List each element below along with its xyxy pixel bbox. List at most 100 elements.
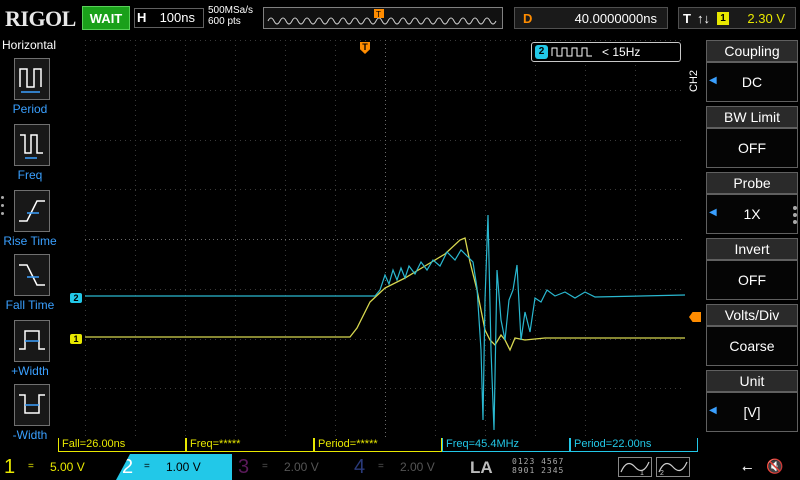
ch1-offset-marker[interactable]: 1 <box>70 334 82 344</box>
neg-width-icon <box>14 384 50 426</box>
channel-3-number: 3 <box>238 456 250 478</box>
measure-neg-width-button[interactable]: -Width <box>2 384 58 446</box>
panel-title: Horizontal <box>2 38 57 52</box>
channel-3-button[interactable]: 3 = 2.00 V <box>234 454 350 480</box>
sine-wave-icon: 2 <box>658 461 688 477</box>
sine-wave-icon: 1 <box>620 461 650 477</box>
pos-width-icon <box>14 320 50 362</box>
volts-div-value: Coarse <box>706 326 798 366</box>
channel-1-button[interactable]: 1 = 5.00 V <box>0 454 116 480</box>
freq-label: Freq <box>17 168 43 182</box>
measurement-ch1-freq[interactable]: Freq=***** <box>186 438 314 452</box>
freq-icon <box>14 124 50 166</box>
coupling-menu-item[interactable]: Coupling DC ◀ <box>706 40 798 102</box>
horizontal-measure-panel: Horizontal Period Freq Rise Time Fall Ti… <box>0 36 60 442</box>
memory-waveform-icon: T <box>267 9 497 25</box>
measurement-ch2-freq[interactable]: Freq=45.4MHz <box>442 438 570 452</box>
square-wave-icon <box>551 46 597 61</box>
measure-rise-time-button[interactable]: Rise Time <box>2 190 58 252</box>
graticule <box>85 40 685 438</box>
channel-1-number: 1 <box>4 456 16 478</box>
invert-label: Invert <box>706 238 798 260</box>
measurement-ch1-period[interactable]: Period=***** <box>314 438 442 452</box>
trigger-box[interactable]: T ↑↓ 1 2.30 V <box>678 7 796 29</box>
svg-text:2: 2 <box>660 470 664 476</box>
usb-icon: ⭠ <box>742 460 753 475</box>
channel-2-scale: 1.00 V <box>166 460 201 474</box>
channel-4-scale: 2.00 V <box>400 460 435 474</box>
top-bar: RIGOL WAIT H 100ns 500MSa/s 600 pts T D … <box>0 0 800 36</box>
trigger-level-marker[interactable] <box>689 312 701 322</box>
memory-overview-strip[interactable]: T <box>263 7 503 29</box>
acquisition-info: 500MSa/s 600 pts <box>208 5 253 27</box>
timebase-box[interactable]: H 100ns <box>134 8 204 28</box>
trigger-channel: 1 <box>717 12 729 25</box>
timebase-label: H <box>137 10 147 25</box>
delay-label: D <box>523 11 533 26</box>
unit-menu-item[interactable]: Unit [V] ◀ <box>706 370 798 432</box>
neg-width-label: -Width <box>12 428 48 442</box>
menu-channel-label: CH2 <box>688 69 700 92</box>
generator-1-button[interactable]: 1 <box>618 457 652 477</box>
digital-bits-row-1: 0123 4567 <box>512 457 565 466</box>
generator-2-button[interactable]: 2 <box>656 457 690 477</box>
waveform-display[interactable] <box>85 40 685 438</box>
digital-bits-row-2: 8901 2345 <box>512 466 565 475</box>
ch2-offset-marker[interactable]: 2 <box>70 293 82 303</box>
rise-time-icon <box>14 190 50 232</box>
measure-freq-button[interactable]: Freq <box>2 124 58 186</box>
channel-bar: 1 = 5.00 V 2 = 1.00 V 3 = 2.00 V 4 = 2.0… <box>0 454 800 480</box>
ch2-trace <box>85 214 685 431</box>
dc-coupling-icon: = <box>378 461 384 472</box>
channel-menu: Coupling DC ◀ BW Limit OFF Probe 1X ◀ In… <box>704 40 800 435</box>
left-arrow-icon: ◀ <box>709 207 717 218</box>
logic-analyzer-button[interactable]: LA <box>470 458 493 478</box>
bw-limit-value: OFF <box>706 128 798 168</box>
run-status-badge[interactable]: WAIT <box>82 6 130 30</box>
unit-label: Unit <box>706 370 798 392</box>
measurement-fall[interactable]: Fall=26.00ns <box>58 438 186 452</box>
channel-4-button[interactable]: 4 = 2.00 V <box>350 454 466 480</box>
channel-4-number: 4 <box>354 456 366 478</box>
left-arrow-icon: ◀ <box>709 75 717 86</box>
channel-2-button[interactable]: 2 = 1.00 V <box>116 454 232 480</box>
period-icon <box>14 58 50 100</box>
measure-fall-time-button[interactable]: Fall Time <box>2 254 58 316</box>
timebase-value: 100ns <box>159 10 195 25</box>
left-arrow-icon: ◀ <box>709 405 717 416</box>
channel-3-scale: 2.00 V <box>284 460 319 474</box>
period-label: Period <box>12 102 48 116</box>
measurement-bar: Fall=26.00ns Freq=***** Period=***** Fre… <box>58 438 700 452</box>
channel-1-scale: 5.00 V <box>50 460 85 474</box>
dc-coupling-icon: = <box>262 461 268 472</box>
delay-box[interactable]: D 40.0000000ns <box>514 7 668 29</box>
ch1-trace <box>85 237 685 352</box>
probe-menu-item[interactable]: Probe 1X ◀ <box>706 172 798 234</box>
trigger-label: T <box>683 11 691 26</box>
trigger-edge-icon: ↑↓ <box>697 11 710 26</box>
svg-text:T: T <box>376 10 381 19</box>
probe-label: Probe <box>706 172 798 194</box>
channel-2-number: 2 <box>122 456 134 478</box>
pos-width-label: +Width <box>11 364 49 378</box>
digital-channels-indicator[interactable]: 0123 4567 8901 2345 <box>512 457 602 477</box>
fall-time-label: Fall Time <box>5 298 55 312</box>
delay-value: 40.0000000ns <box>574 11 657 26</box>
measure-period-button[interactable]: Period <box>2 58 58 120</box>
volts-div-menu-item[interactable]: Volts/Div Coarse <box>706 304 798 366</box>
menu-scroll-dots <box>793 206 799 227</box>
rise-time-label: Rise Time <box>3 234 57 248</box>
ch2-frequency-counter: 2 < 15Hz <box>531 42 681 62</box>
speaker-muted-icon[interactable]: 🔇 <box>766 458 783 475</box>
trigger-level: 2.30 V <box>747 11 785 26</box>
bw-limit-menu-item[interactable]: BW Limit OFF <box>706 106 798 168</box>
dc-coupling-icon: = <box>144 461 150 472</box>
measurement-ch2-period[interactable]: Period=22.00ns <box>570 438 698 452</box>
coupling-label: Coupling <box>706 40 798 62</box>
invert-menu-item[interactable]: Invert OFF <box>706 238 798 300</box>
memory-depth: 600 pts <box>208 16 241 27</box>
ch2-badge-number: 2 <box>535 45 548 59</box>
brand-logo: RIGOL <box>5 6 76 31</box>
coupling-value: DC <box>706 62 798 102</box>
measure-pos-width-button[interactable]: +Width <box>2 320 58 382</box>
